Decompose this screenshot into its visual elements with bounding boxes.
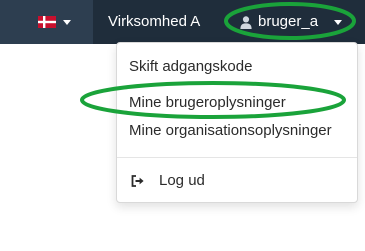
danish-flag-icon [38, 16, 56, 28]
company-name[interactable]: Virksomhed A [108, 12, 200, 32]
top-navbar: Virksomhed A bruger_a [0, 0, 365, 44]
chevron-down-icon [63, 19, 71, 25]
menu-divider [117, 157, 357, 158]
user-menu-toggle[interactable]: bruger_a [240, 12, 343, 32]
menu-item-logout[interactable]: Log ud [131, 171, 205, 191]
sign-out-icon [131, 175, 144, 187]
menu-item-my-organisation-info[interactable]: Mine organisationsoplysninger [129, 121, 332, 141]
menu-item-change-password[interactable]: Skift adgangskode [129, 57, 252, 77]
language-dropdown-toggle[interactable] [38, 14, 71, 30]
username-label: bruger_a [258, 13, 319, 30]
chevron-down-icon [334, 19, 343, 25]
user-dropdown-menu: Skift adgangskode Mine brugeroplysninger… [116, 42, 358, 203]
user-icon [240, 15, 252, 29]
logout-label: Log ud [159, 172, 205, 189]
menu-item-my-user-info[interactable]: Mine brugeroplysninger [129, 93, 286, 113]
